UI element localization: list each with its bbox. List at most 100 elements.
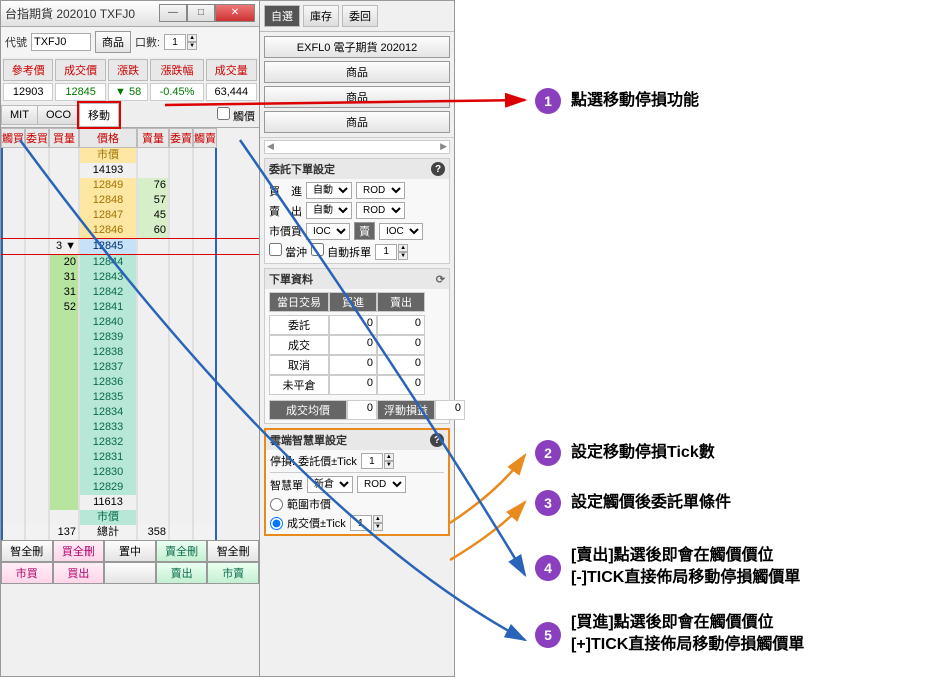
- watchlist-item[interactable]: 商品: [264, 86, 450, 108]
- buy-cond-select[interactable]: 自動: [306, 182, 352, 199]
- watchlist-item[interactable]: EXFL0 電子期貨 202012: [264, 36, 450, 58]
- dom-header: 觸買 委買 買量 價格 賣量 委賣 觸賣: [1, 128, 259, 148]
- h-scrollbar[interactable]: [264, 140, 450, 154]
- dom-row[interactable]: 12829: [1, 480, 259, 495]
- section-title-label: 雲端智慧單設定: [270, 432, 347, 448]
- buy-tif-select[interactable]: ROD: [356, 182, 405, 199]
- deal-tick-stepper[interactable]: ▲▼: [350, 515, 383, 531]
- dom-row[interactable]: 12834: [1, 405, 259, 420]
- smart-del-all-right[interactable]: 智全刪: [207, 540, 259, 562]
- dom-row[interactable]: 1284660: [1, 223, 259, 238]
- lots-stepper[interactable]: ▲▼: [164, 34, 197, 50]
- stop-tick-label: 停損: 委託價±Tick: [270, 453, 357, 469]
- dom-row[interactable]: 市價: [1, 510, 259, 525]
- down-arrow-icon: ▼: [115, 86, 126, 98]
- step-badge-1: 1: [535, 88, 561, 114]
- sell-out-button[interactable]: 賣出: [156, 562, 208, 584]
- dom-row[interactable]: 3 ▼12845: [1, 238, 259, 255]
- mkt-sell-tif[interactable]: IOC: [379, 223, 423, 240]
- bottom-buttons-row2: 市買 買出 賣出 市賣: [1, 562, 259, 584]
- center-button[interactable]: 置中: [104, 540, 156, 562]
- dom-row[interactable]: 1284745: [1, 208, 259, 223]
- dom-row[interactable]: 3112843: [1, 270, 259, 285]
- annotations: 1 點選移動停損功能 2 設定移動停損Tick數 3 設定觸價後委託單條件 4 …: [455, 0, 927, 677]
- dom-row[interactable]: 12839: [1, 330, 259, 345]
- market-buy-button[interactable]: 市買: [1, 562, 53, 584]
- order-data-table: 當日交易 買進 賣出: [269, 292, 445, 312]
- step-text-4: [賣出]點選後即會在觸價價位 [-]TICK直接佈局移動停損觸價單: [571, 545, 800, 588]
- help-icon[interactable]: ?: [430, 433, 444, 447]
- close-button[interactable]: ✕: [215, 4, 255, 22]
- dom-row[interactable]: 12833: [1, 420, 259, 435]
- dom-row[interactable]: 12837: [1, 360, 259, 375]
- dom-row[interactable]: 3112842: [1, 285, 259, 300]
- section-title-label: 委託下單設定: [269, 161, 335, 177]
- dom-row[interactable]: 12836: [1, 375, 259, 390]
- step-badge-3: 3: [535, 490, 561, 516]
- dom-row[interactable]: 5212841: [1, 300, 259, 315]
- tif-select[interactable]: ROD: [357, 476, 406, 493]
- bottom-buttons-row1: 智全刪 買全刪 置中 賣全刪 智全刪: [1, 540, 259, 562]
- daytrade-checkbox[interactable]: 當沖: [269, 243, 307, 260]
- side-panel: 自選 庫存 委回 EXFL0 電子期貨 202012 商品 商品 商品 委託下單…: [260, 0, 455, 677]
- step-badge-4: 4: [535, 555, 561, 581]
- table-row: 委託00: [269, 315, 445, 335]
- tab-oco[interactable]: OCO: [37, 105, 80, 125]
- refresh-icon[interactable]: ⟳: [436, 273, 445, 286]
- sell-cond-select[interactable]: 自動: [306, 202, 352, 219]
- table-row: 未平倉00: [269, 375, 445, 395]
- dom-row[interactable]: 12838: [1, 345, 259, 360]
- autosplit-stepper[interactable]: ▲▼: [375, 244, 408, 260]
- stop-tick-stepper[interactable]: ▲▼: [361, 453, 394, 469]
- dom-row[interactable]: 1284857: [1, 193, 259, 208]
- dom-row[interactable]: 11613: [1, 495, 259, 510]
- watchlist-item[interactable]: 商品: [264, 61, 450, 83]
- code-label: 代號: [5, 34, 27, 50]
- position-select[interactable]: 新倉: [307, 476, 353, 493]
- tab-orders[interactable]: 委回: [342, 5, 378, 27]
- side-tabs: 自選 庫存 委回: [260, 1, 454, 32]
- spacer: [104, 562, 156, 584]
- sell-del-all[interactable]: 賣全刪: [156, 540, 208, 562]
- buy-label: 買 進: [269, 183, 302, 199]
- mkt-buy-tif[interactable]: IOC: [306, 223, 350, 240]
- step-badge-2: 2: [535, 440, 561, 466]
- help-icon[interactable]: ?: [431, 162, 445, 176]
- minimize-button[interactable]: —: [159, 4, 187, 22]
- dom-row[interactable]: 14193: [1, 163, 259, 178]
- step-badge-5: 5: [535, 622, 561, 648]
- smart-del-all-left[interactable]: 智全刪: [1, 540, 53, 562]
- trigger-checkbox[interactable]: [217, 107, 230, 120]
- dom-row[interactable]: 12832: [1, 435, 259, 450]
- dom-ladder[interactable]: 市價1419312849761284857128474512846603 ▼12…: [1, 148, 259, 540]
- sell-tif-select[interactable]: ROD: [356, 202, 405, 219]
- market-sell-button[interactable]: 市賣: [207, 562, 259, 584]
- dom-row[interactable]: 12830: [1, 465, 259, 480]
- buy-out-button[interactable]: 買出: [53, 562, 105, 584]
- sell-label: 賣 出: [269, 203, 302, 219]
- radio-range-market[interactable]: 範圍市價: [270, 496, 444, 512]
- dom-row[interactable]: 12840: [1, 315, 259, 330]
- tab-trailing-stop[interactable]: 移動: [79, 103, 119, 127]
- tab-watchlist[interactable]: 自選: [264, 5, 300, 27]
- dom-row[interactable]: 市價: [1, 148, 259, 163]
- step-text-5: [買進]點選後即會在觸價價位 [+]TICK直接佈局移動停損觸價單: [571, 612, 804, 655]
- tab-mit[interactable]: MIT: [1, 105, 38, 125]
- dom-row[interactable]: 137總計358: [1, 525, 259, 540]
- code-input[interactable]: [31, 33, 91, 51]
- trading-app-window: 台指期貨 202010 TXFJ0 — □ ✕ 代號 商品 口數: ▲▼ 參考價…: [0, 0, 260, 677]
- product-button[interactable]: 商品: [95, 31, 131, 53]
- dom-row[interactable]: 12835: [1, 390, 259, 405]
- dom-row[interactable]: 12831: [1, 450, 259, 465]
- dom-row[interactable]: 1284976: [1, 178, 259, 193]
- radio-deal-tick[interactable]: 成交價±Tick ▲▼: [270, 515, 444, 531]
- maximize-button[interactable]: □: [187, 4, 215, 22]
- tab-positions[interactable]: 庫存: [303, 5, 339, 27]
- dom-row[interactable]: 2012844: [1, 255, 259, 270]
- autosplit-checkbox[interactable]: 自動拆單: [311, 243, 371, 260]
- mkt-sell-button[interactable]: 賣: [354, 222, 375, 240]
- watchlist-item[interactable]: 商品: [264, 111, 450, 133]
- smart-order-section: 雲端智慧單設定 ? 停損: 委託價±Tick ▲▼ 智慧單 新倉 ROD 範圍市…: [264, 428, 450, 536]
- buy-del-all[interactable]: 買全刪: [53, 540, 105, 562]
- step-text-2: 設定移動停損Tick數: [571, 442, 715, 464]
